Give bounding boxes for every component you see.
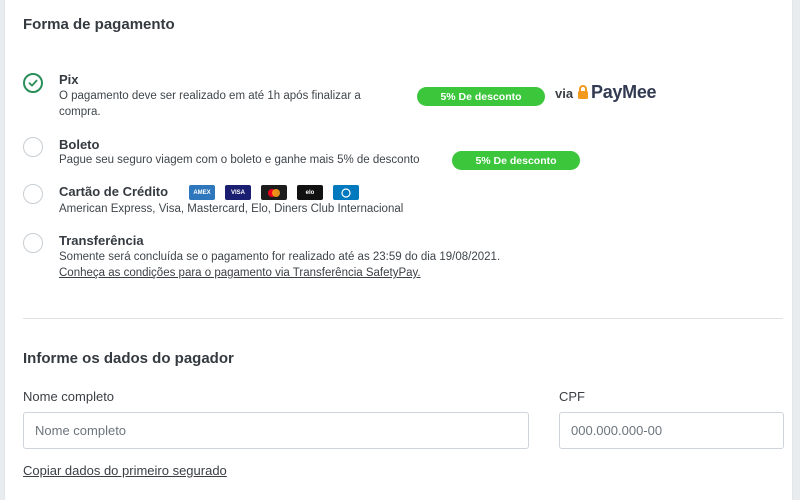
- visa-icon: VISA: [225, 185, 251, 200]
- cpf-input[interactable]: [559, 412, 784, 449]
- discount-badge-boleto: 5% De desconto: [452, 151, 580, 170]
- option-title-transferencia[interactable]: Transferência: [59, 233, 144, 248]
- name-label: Nome completo: [23, 389, 115, 404]
- lock-icon: [577, 83, 589, 99]
- full-name-input[interactable]: [23, 412, 529, 449]
- paymee-logo: PayMee: [577, 82, 657, 103]
- check-icon: [28, 79, 38, 87]
- amex-icon: AMEX: [189, 185, 215, 200]
- elo-icon: elo: [297, 185, 323, 200]
- option-title-cartao[interactable]: Cartão de Crédito: [59, 184, 168, 199]
- option-desc-pix: O pagamento deve ser realizado em até 1h…: [59, 88, 361, 120]
- payment-section-title: Forma de pagamento: [23, 16, 175, 33]
- option-desc-boleto: Pague seu seguro viagem com o boleto e g…: [59, 154, 420, 166]
- copy-first-insured-link[interactable]: Copiar dados do primeiro segurado: [23, 463, 227, 478]
- option-desc-transferencia: Somente será concluída se o pagamento fo…: [59, 251, 501, 263]
- discount-badge-pix: 5% De desconto: [417, 87, 545, 106]
- option-desc-pix-line2: compra.: [59, 106, 101, 118]
- cpf-label: CPF: [559, 389, 585, 404]
- payment-card: Forma de pagamento Pix O pagamento deve …: [4, 0, 793, 500]
- paymee-logo-text: PayMee: [591, 82, 657, 102]
- option-desc-cartao: American Express, Visa, Mastercard, Elo,…: [59, 203, 404, 215]
- option-title-boleto[interactable]: Boleto: [59, 137, 99, 152]
- radio-cartao[interactable]: [23, 184, 43, 204]
- radio-boleto[interactable]: [23, 137, 43, 157]
- section-divider: [23, 318, 783, 319]
- option-title-pix[interactable]: Pix: [59, 72, 79, 87]
- mastercard-icon: [261, 185, 287, 200]
- radio-transferencia[interactable]: [23, 233, 43, 253]
- safetypay-conditions-link[interactable]: Conheça as condições para o pagamento vi…: [59, 265, 421, 281]
- via-label: via: [555, 86, 574, 101]
- payer-section-title: Informe os dados do pagador: [23, 350, 234, 367]
- radio-pix[interactable]: [23, 73, 43, 93]
- option-desc-pix-line1: O pagamento deve ser realizado em até 1h…: [59, 90, 361, 102]
- diners-club-icon: [333, 185, 359, 200]
